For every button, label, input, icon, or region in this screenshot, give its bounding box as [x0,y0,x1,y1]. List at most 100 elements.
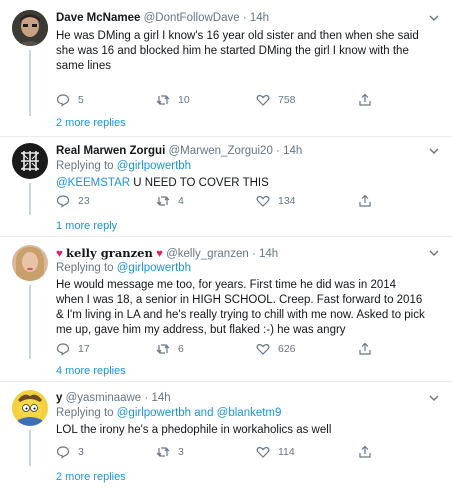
timestamp[interactable]: 14h [283,145,302,157]
share-icon [359,445,371,458]
separator-dot: · [144,392,149,404]
retweet-icon [156,344,170,354]
like-count: 758 [278,94,296,106]
like-button[interactable]: 114 [256,444,295,460]
reply-count: 5 [78,94,84,106]
chevron-down-icon[interactable] [428,12,440,24]
more-replies-link[interactable]: 1 more reply [56,219,117,233]
tweet-text: He would message me too, for years. Firs… [56,279,425,336]
user-handle[interactable]: @kelly_granzen [166,248,249,260]
retweet-count: 10 [178,94,190,106]
more-replies-link[interactable]: 2 more replies [56,116,126,130]
tweet-text: He was DMing a girl I know's 16 year old… [56,30,419,72]
tweet-header: Real Marwen Zorgui @Marwen_Zorgui20 · 14… [56,143,426,159]
more-replies-link[interactable]: 4 more replies [56,364,126,378]
user-handle[interactable]: @Marwen_Zorgui20 [168,145,272,157]
user-handle[interactable]: @DontFollowDave [144,12,240,24]
display-name[interactable]: Real Marwen Zorgui [56,145,165,157]
avatar-photo [12,245,48,281]
retweet-icon [156,196,170,206]
reply-mention-link[interactable]: @girlpowertbh [117,160,191,172]
like-icon [256,195,270,207]
tweet-header: Dave McNamee @DontFollowDave · 14h [56,10,426,26]
retweet-button[interactable]: 4 [156,193,184,209]
tweet-yasmina[interactable]: y @yasminaawe · 14h Replying to @girlpow… [0,382,452,498]
heart-icon: ♥ [56,248,63,260]
replying-to: Replying to @girlpowertbh [56,159,426,173]
reply-mention-link-2[interactable]: @blanketm9 [217,407,282,419]
retweet-button[interactable]: 6 [156,341,184,357]
thread-line [29,285,31,359]
timestamp[interactable]: 14h [259,248,278,260]
replying-to-label: Replying to [56,160,114,172]
display-name[interactable]: kelly granzen [66,246,153,260]
chevron-down-icon[interactable] [428,247,440,259]
share-button[interactable] [358,193,380,209]
retweet-button[interactable]: 3 [156,444,184,460]
like-count: 114 [278,446,295,458]
retweet-button[interactable]: 10 [156,92,190,108]
reply-icon [56,446,70,459]
retweet-count: 3 [178,446,184,458]
share-button[interactable] [358,341,380,357]
reply-count: 17 [78,343,90,355]
retweet-icon [156,95,170,105]
reply-button[interactable]: 23 [56,193,90,209]
like-count: 134 [278,195,296,207]
share-icon [359,342,371,355]
retweet-icon [156,447,170,457]
avatar-photo [12,10,48,46]
avatar[interactable] [12,10,48,46]
replying-to: Replying to @girlpowertbh [56,261,426,275]
tweet-actions: 17 6 626 [56,341,396,357]
like-button[interactable]: 134 [256,193,296,209]
like-button[interactable]: 626 [256,341,296,357]
reply-mention-link[interactable]: @girlpowertbh [117,407,191,419]
more-replies-link[interactable]: 2 more replies [56,470,126,484]
retweet-count: 4 [178,195,184,207]
timestamp[interactable]: 14h [151,392,170,404]
reply-icon [56,94,70,107]
avatar-photo [12,143,48,179]
share-button[interactable] [358,444,380,460]
like-count: 626 [278,343,296,355]
separator-dot: · [242,12,247,24]
reply-count: 3 [78,446,84,458]
retweet-count: 6 [178,343,184,355]
avatar[interactable] [12,390,48,426]
like-button[interactable]: 758 [256,92,296,108]
chevron-down-icon[interactable] [428,145,440,157]
replying-to-label: Replying to [56,262,114,274]
thread-line [29,183,31,215]
reply-and-label: and [194,407,214,419]
like-icon [256,94,270,106]
reply-button[interactable]: 3 [56,444,84,460]
reply-icon [56,343,70,356]
tweet-marwen[interactable]: Real Marwen Zorgui @Marwen_Zorgui20 · 14… [0,137,452,237]
tweet-text: LOL the irony he's a phedophile in worka… [56,424,332,436]
user-handle[interactable]: @yasminaawe [66,392,142,404]
separator-dot: · [276,145,280,157]
reply-button[interactable]: 5 [56,92,84,108]
tweet-kelly[interactable]: ♥ kelly granzen ♥ @kelly_granzen · 14h R… [0,237,452,381]
mention-link[interactable]: @KEEMSTAR [56,177,130,189]
timestamp[interactable]: 14h [250,12,269,24]
display-name[interactable]: y [56,392,62,404]
share-icon [359,93,371,106]
separator-dot: · [251,248,256,260]
display-name[interactable]: Dave McNamee [56,12,140,24]
tweet-dave[interactable]: Dave McNamee @DontFollowDave · 14h He wa… [0,0,452,138]
reply-mention-link[interactable]: @girlpowertbh [117,262,191,274]
like-icon [256,343,270,355]
avatar[interactable] [12,245,48,281]
tweet-header: y @yasminaawe · 14h [56,390,426,406]
thread-line [29,430,31,466]
tweet-actions: 5 10 758 [56,92,396,108]
share-icon [359,194,371,207]
reply-icon [56,195,70,208]
reply-button[interactable]: 17 [56,341,90,357]
avatar[interactable] [12,143,48,179]
chevron-down-icon[interactable] [428,392,440,404]
share-button[interactable] [358,92,380,108]
tweet-header: ♥ kelly granzen ♥ @kelly_granzen · 14h [56,245,426,261]
